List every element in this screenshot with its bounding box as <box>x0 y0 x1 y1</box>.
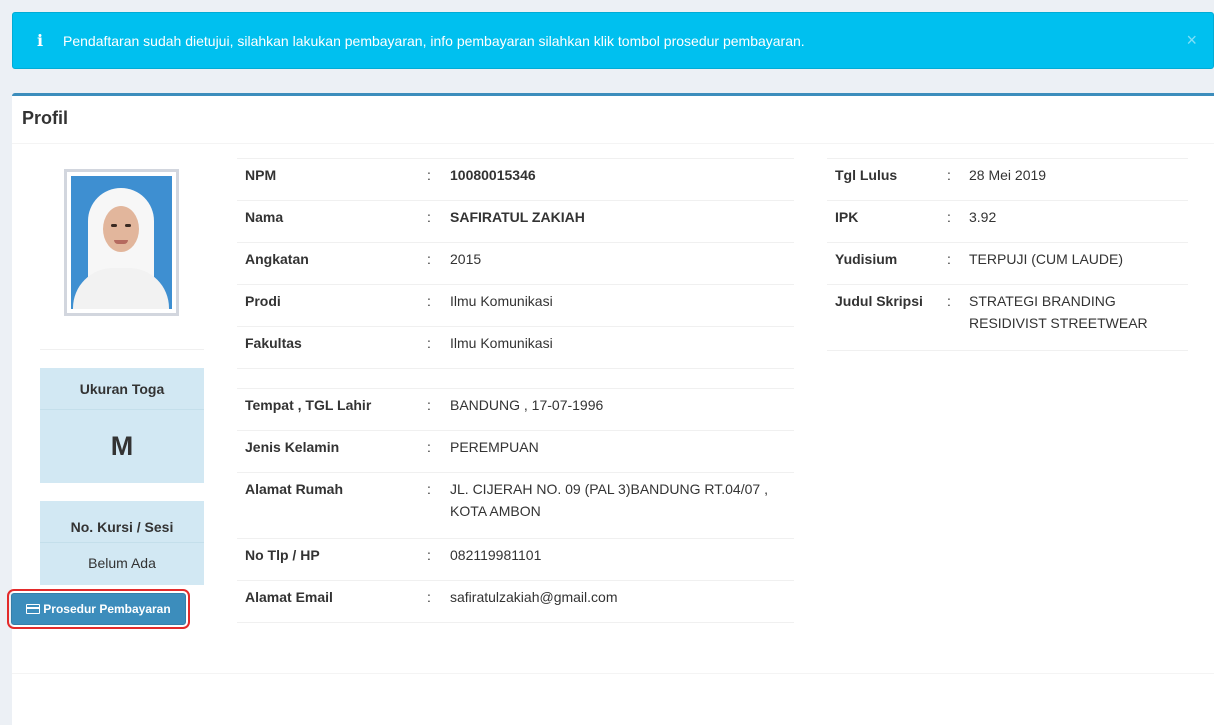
row-value: 28 Mei 2019 <box>961 158 1188 201</box>
row-label: Alamat Rumah <box>237 472 416 539</box>
row-label: IPK <box>827 200 937 243</box>
divider <box>12 673 1214 674</box>
close-icon[interactable]: × <box>1186 31 1197 49</box>
toga-size-label: Ukuran Toga <box>40 368 204 410</box>
row-value: 2015 <box>442 242 794 285</box>
table-row: Yudisium : TERPUJI (CUM LAUDE) <box>827 242 1188 285</box>
npm-value: 10080015346 <box>442 158 794 201</box>
row-label: Jenis Kelamin <box>237 430 416 473</box>
row-colon: : <box>416 388 442 431</box>
seat-session-value: Belum Ada <box>88 555 156 571</box>
graduation-info-table: Tgl Lulus : 28 Mei 2019 IPK : 3.92 Yudis… <box>827 158 1188 351</box>
row-value: 3.92 <box>961 200 1188 243</box>
credit-card-icon <box>26 604 41 614</box>
profile-header: Profil <box>12 96 1214 144</box>
toga-size-box: Ukuran Toga M <box>40 368 204 483</box>
row-value: 082119981101 <box>442 538 794 581</box>
row-label: Tgl Lulus <box>827 158 937 201</box>
table-row: Alamat Rumah : JL. CIJERAH NO. 09 (PAL 3… <box>237 472 794 539</box>
row-colon: : <box>937 158 961 201</box>
row-label: Judul Skripsi <box>827 284 937 351</box>
row-label: Nama <box>237 200 416 243</box>
row-label: Tempat , TGL Lahir <box>237 388 416 431</box>
table-row: Jenis Kelamin : PEREMPUAN <box>237 430 794 473</box>
row-colon: : <box>937 242 961 285</box>
row-colon: : <box>416 472 442 539</box>
table-row: Tempat , TGL Lahir : BANDUNG , 17-07-199… <box>237 388 794 431</box>
row-label: Yudisium <box>827 242 937 285</box>
academic-info-table: NPM : 10080015346 Nama : SAFIRATUL ZAKIA… <box>237 158 794 369</box>
row-label: Alamat Email <box>237 580 416 623</box>
row-colon: : <box>416 284 442 327</box>
name-value: SAFIRATUL ZAKIAH <box>442 200 794 243</box>
table-row: NPM : 10080015346 <box>237 158 794 201</box>
payment-procedure-label: Prosedur Pembayaran <box>43 602 171 616</box>
row-colon: : <box>416 326 442 369</box>
payment-procedure-button[interactable]: Prosedur Pembayaran <box>7 589 190 629</box>
info-alert: i Pendaftaran sudah dietujui, silahkan l… <box>12 12 1214 69</box>
row-label: Fakultas <box>237 326 416 369</box>
row-colon: : <box>937 200 961 243</box>
row-colon: : <box>416 430 442 473</box>
table-row: Angkatan : 2015 <box>237 242 794 285</box>
row-label: No Tlp / HP <box>237 538 416 581</box>
table-row: Nama : SAFIRATUL ZAKIAH <box>237 200 794 243</box>
toga-size-value: M <box>110 431 134 461</box>
profile-box: Profil Ukuran Toga M No. Kursi / Sesi Be… <box>12 93 1214 725</box>
row-value: Ilmu Komunikasi <box>442 326 794 369</box>
table-row: IPK : 3.92 <box>827 200 1188 243</box>
profile-title: Profil <box>22 108 69 128</box>
address-value: JL. CIJERAH NO. 09 (PAL 3)BANDUNG RT.04/… <box>442 472 794 539</box>
row-value: BANDUNG , 17-07-1996 <box>442 388 794 431</box>
row-colon: : <box>416 580 442 623</box>
row-colon: : <box>416 242 442 285</box>
table-row: Fakultas : Ilmu Komunikasi <box>237 326 794 369</box>
divider <box>40 349 204 350</box>
table-row: Alamat Email : safiratulzakiah@gmail.com <box>237 580 794 623</box>
seat-session-box: No. Kursi / Sesi Belum Ada <box>40 501 204 585</box>
row-colon: : <box>937 284 961 351</box>
row-colon: : <box>416 158 442 201</box>
row-value: Ilmu Komunikasi <box>442 284 794 327</box>
row-label: Prodi <box>237 284 416 327</box>
row-value: PEREMPUAN <box>442 430 794 473</box>
thesis-title-value: STRATEGI BRANDING RESIDIVIST STREETWEAR <box>961 284 1188 351</box>
row-colon: : <box>416 538 442 581</box>
table-row: Prodi : Ilmu Komunikasi <box>237 284 794 327</box>
personal-info-table: Tempat , TGL Lahir : BANDUNG , 17-07-199… <box>237 388 794 623</box>
row-value: TERPUJI (CUM LAUDE) <box>961 242 1188 285</box>
profile-photo <box>64 169 179 316</box>
table-row: Tgl Lulus : 28 Mei 2019 <box>827 158 1188 201</box>
table-row: No Tlp / HP : 082119981101 <box>237 538 794 581</box>
seat-session-label: No. Kursi / Sesi <box>40 501 204 543</box>
table-row: Judul Skripsi : STRATEGI BRANDING RESIDI… <box>827 284 1188 351</box>
row-label: Angkatan <box>237 242 416 285</box>
row-label: NPM <box>237 158 416 201</box>
email-value: safiratulzakiah@gmail.com <box>442 580 794 623</box>
row-colon: : <box>416 200 442 243</box>
alert-message: Pendaftaran sudah dietujui, silahkan lak… <box>63 32 805 49</box>
info-icon: i <box>36 31 44 50</box>
